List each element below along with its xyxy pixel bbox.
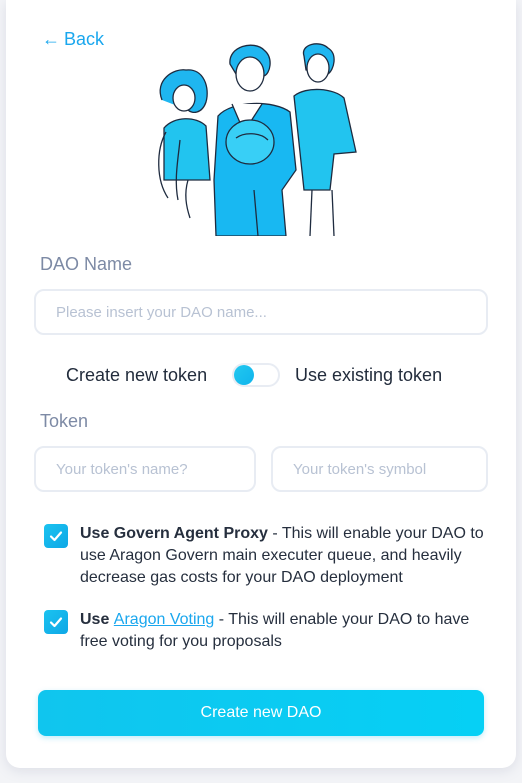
aragon-voting-text: Use Aragon Voting - This will enable you… xyxy=(80,609,484,653)
token-symbol-input[interactable]: Your token's symbol xyxy=(271,446,488,492)
govern-agent-proxy-checkbox[interactable] xyxy=(44,524,68,548)
token-mode-switch[interactable] xyxy=(232,363,280,387)
dao-name-label: DAO Name xyxy=(40,254,133,274)
aragon-voting-prefix: Use xyxy=(80,611,114,628)
woman-figure xyxy=(158,69,211,219)
token-name-placeholder: Your token's name? xyxy=(56,460,188,478)
man-figure-right xyxy=(293,43,357,236)
checkmark-icon xyxy=(49,531,63,542)
checkmark-icon xyxy=(49,617,63,628)
token-name-input[interactable]: Your token's name? xyxy=(34,446,256,492)
dao-name-input[interactable]: Please insert your DAO name... xyxy=(34,289,488,335)
left-arrow-icon: ← xyxy=(42,29,60,49)
govern-agent-proxy-text: Use Govern Agent Proxy - This will enabl… xyxy=(80,523,484,589)
token-symbol-placeholder: Your token's symbol xyxy=(293,460,427,478)
switch-knob xyxy=(234,365,254,385)
aragon-voting-link[interactable]: Aragon Voting xyxy=(114,611,215,628)
create-new-token-label[interactable]: Create new token xyxy=(66,365,207,386)
use-existing-token-label[interactable]: Use existing token xyxy=(295,365,442,386)
people-illustration xyxy=(158,43,357,236)
aragon-voting-checkbox[interactable] xyxy=(44,610,68,634)
govern-agent-proxy-option: Use Govern Agent Proxy - This will enabl… xyxy=(44,523,484,589)
man-figure-center xyxy=(213,44,297,236)
aragon-voting-option: Use Aragon Voting - This will enable you… xyxy=(44,609,484,653)
token-mode-toggle: Create new token Use existing token xyxy=(0,360,522,390)
back-link[interactable]: ← Back xyxy=(42,28,104,50)
create-dao-button[interactable]: Create new DAO xyxy=(38,690,484,736)
dao-name-placeholder: Please insert your DAO name... xyxy=(56,303,267,321)
create-dao-card: ← Back DAO Name Please insert your DAO n… xyxy=(6,0,516,768)
back-label: Back xyxy=(64,28,105,49)
govern-agent-proxy-title: Use Govern Agent Proxy xyxy=(80,525,268,542)
token-label: Token xyxy=(40,411,89,431)
